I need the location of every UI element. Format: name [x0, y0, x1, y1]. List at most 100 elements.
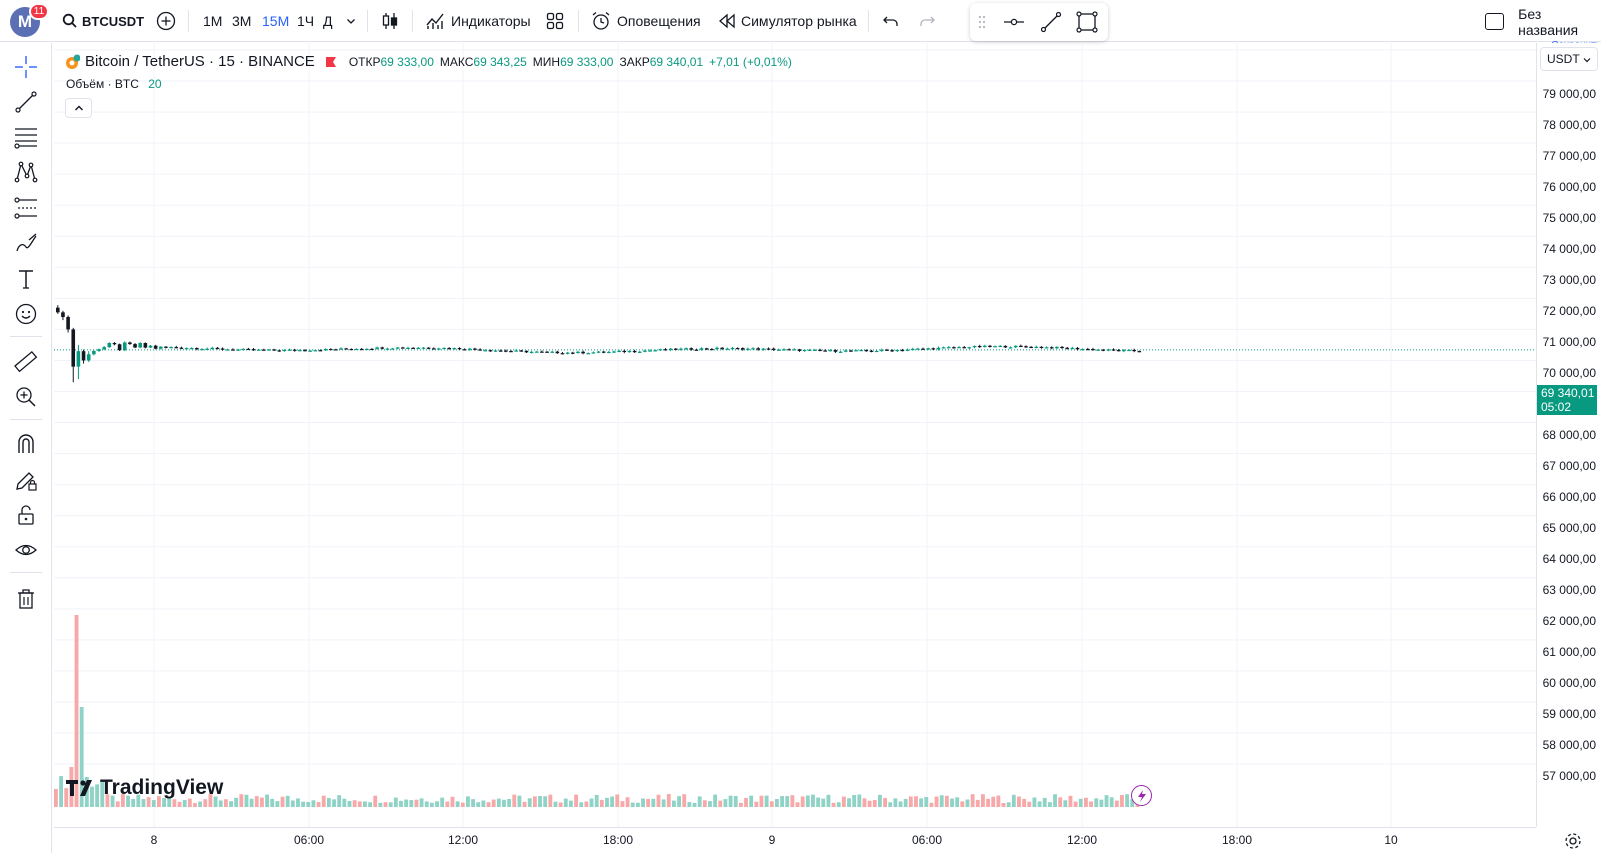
candle-body	[406, 347, 410, 349]
layouts-button[interactable]	[546, 0, 564, 42]
volume-bar	[352, 800, 357, 807]
volume-bar	[934, 796, 939, 807]
candle-body	[107, 343, 112, 348]
candle-body	[498, 350, 503, 352]
timeframe-d[interactable]: Д	[323, 0, 332, 42]
volume-bar	[249, 798, 254, 807]
candle-body	[359, 348, 364, 351]
magnet-tool[interactable]	[13, 431, 39, 457]
candle-body	[607, 351, 611, 354]
chart-settings-button[interactable]	[1562, 830, 1584, 852]
lock-drawings-tool[interactable]	[13, 467, 39, 493]
volume-bar	[440, 797, 445, 807]
currency-select[interactable]: USDT	[1540, 47, 1598, 71]
trend-line-tool[interactable]	[13, 89, 39, 115]
zoom-tool[interactable]	[13, 384, 39, 410]
replay-button[interactable]: Симулятор рынка	[718, 0, 857, 42]
volume-bar	[893, 798, 898, 807]
drag-handle-icon[interactable]	[978, 15, 986, 29]
volume-bar	[193, 802, 197, 807]
fib-tool[interactable]	[13, 124, 39, 150]
volume-bar	[1073, 801, 1078, 807]
emoji-tool[interactable]	[13, 301, 39, 327]
volume-bar	[373, 795, 378, 807]
tradingview-logo[interactable]: TradingView	[66, 776, 223, 800]
events-button[interactable]	[1131, 785, 1152, 806]
volume-bar	[285, 795, 290, 807]
candle-body	[292, 349, 297, 351]
price-axis[interactable]: 79 000,00 78 000,00 77 000,00 76 000,00 75 0…	[1536, 43, 1601, 827]
volume-bar	[981, 794, 985, 807]
time-tick-label: 12:00	[1066, 833, 1098, 847]
timeframe-dropdown[interactable]	[346, 0, 356, 42]
text-tool[interactable]	[13, 266, 39, 292]
price-chart[interactable]	[54, 43, 1536, 827]
ruler-tool[interactable]	[13, 349, 39, 375]
volume-bar	[141, 799, 146, 807]
remove-drawings-tool[interactable]	[13, 586, 39, 612]
candle-body	[133, 344, 137, 348]
volume-bar	[460, 802, 465, 807]
candle-body	[740, 348, 745, 350]
hide-drawings-tool[interactable]	[13, 537, 39, 563]
tv-logo-icon	[66, 780, 92, 796]
time-axis[interactable]: 8 06:00 12:00 18:00 9 06:00 12:00 18:00 10	[54, 827, 1536, 853]
symbol-search-button[interactable]: BTCUSDT	[62, 0, 144, 42]
candle-body	[509, 351, 513, 353]
volume-bar	[502, 799, 506, 807]
volume-bar	[280, 796, 285, 807]
candle-body	[246, 348, 251, 351]
alerts-button[interactable]: Оповещения	[591, 0, 701, 42]
volume-bar	[424, 801, 429, 807]
undo-button[interactable]	[882, 0, 900, 42]
pattern-tool[interactable]	[13, 159, 39, 185]
candle-body	[653, 350, 657, 352]
crosshair-tool[interactable]	[13, 54, 39, 80]
volume-bar	[471, 799, 475, 807]
timeframe-3m[interactable]: 3М	[232, 0, 251, 42]
volume-bar	[749, 795, 754, 807]
volume-bar	[970, 794, 975, 807]
redo-button[interactable]	[918, 0, 936, 42]
candle-body	[210, 347, 215, 350]
volume-bar	[1027, 801, 1032, 807]
forecast-tool[interactable]	[13, 195, 39, 221]
candle-body	[931, 348, 936, 350]
volume-bar	[697, 796, 702, 807]
price-tick-label: 62 000,00	[1542, 614, 1596, 628]
price-tick-label: 61 000,00	[1542, 645, 1596, 659]
candle-body	[1039, 346, 1044, 349]
chart-type-button[interactable]	[380, 0, 400, 42]
volume-bar	[960, 801, 965, 807]
timeframe-1h[interactable]: 1Ч	[297, 0, 314, 42]
candle-body	[565, 352, 570, 354]
rectangle-icon[interactable]	[1076, 11, 1098, 33]
volume-bar	[594, 794, 599, 807]
symbol-description[interactable]: Bitcoin / TetherUS · 15 · BINANCE	[85, 53, 315, 70]
volume-bar	[414, 799, 419, 807]
timeframe-label: 1М	[203, 13, 223, 29]
brush-tool[interactable]	[13, 230, 39, 256]
timeframe-1m[interactable]: 1М	[203, 0, 222, 42]
candle-body	[699, 348, 704, 350]
lock-all-tool[interactable]	[13, 502, 39, 528]
candle-body	[746, 348, 750, 350]
volume-bar	[826, 794, 831, 807]
timeframe-15m[interactable]: 15М	[262, 0, 289, 42]
divider	[578, 10, 579, 32]
candle-body	[751, 348, 755, 350]
trend-line-icon[interactable]	[1040, 11, 1062, 33]
price-tick-label: 70 000,00	[1542, 366, 1596, 380]
candle-body	[421, 347, 426, 349]
candle-body	[905, 349, 910, 351]
candle-body	[957, 347, 961, 349]
volume-bar	[625, 797, 630, 807]
candle-body	[725, 348, 730, 350]
collapse-legend-button[interactable]	[65, 98, 92, 118]
compare-symbol-button[interactable]	[156, 0, 176, 42]
candle-body	[946, 347, 951, 349]
chart-pane[interactable]	[54, 43, 1536, 827]
horizontal-line-icon[interactable]	[1003, 13, 1025, 31]
indicators-button[interactable]: Индикаторы	[425, 0, 531, 42]
candle-body	[972, 345, 977, 348]
